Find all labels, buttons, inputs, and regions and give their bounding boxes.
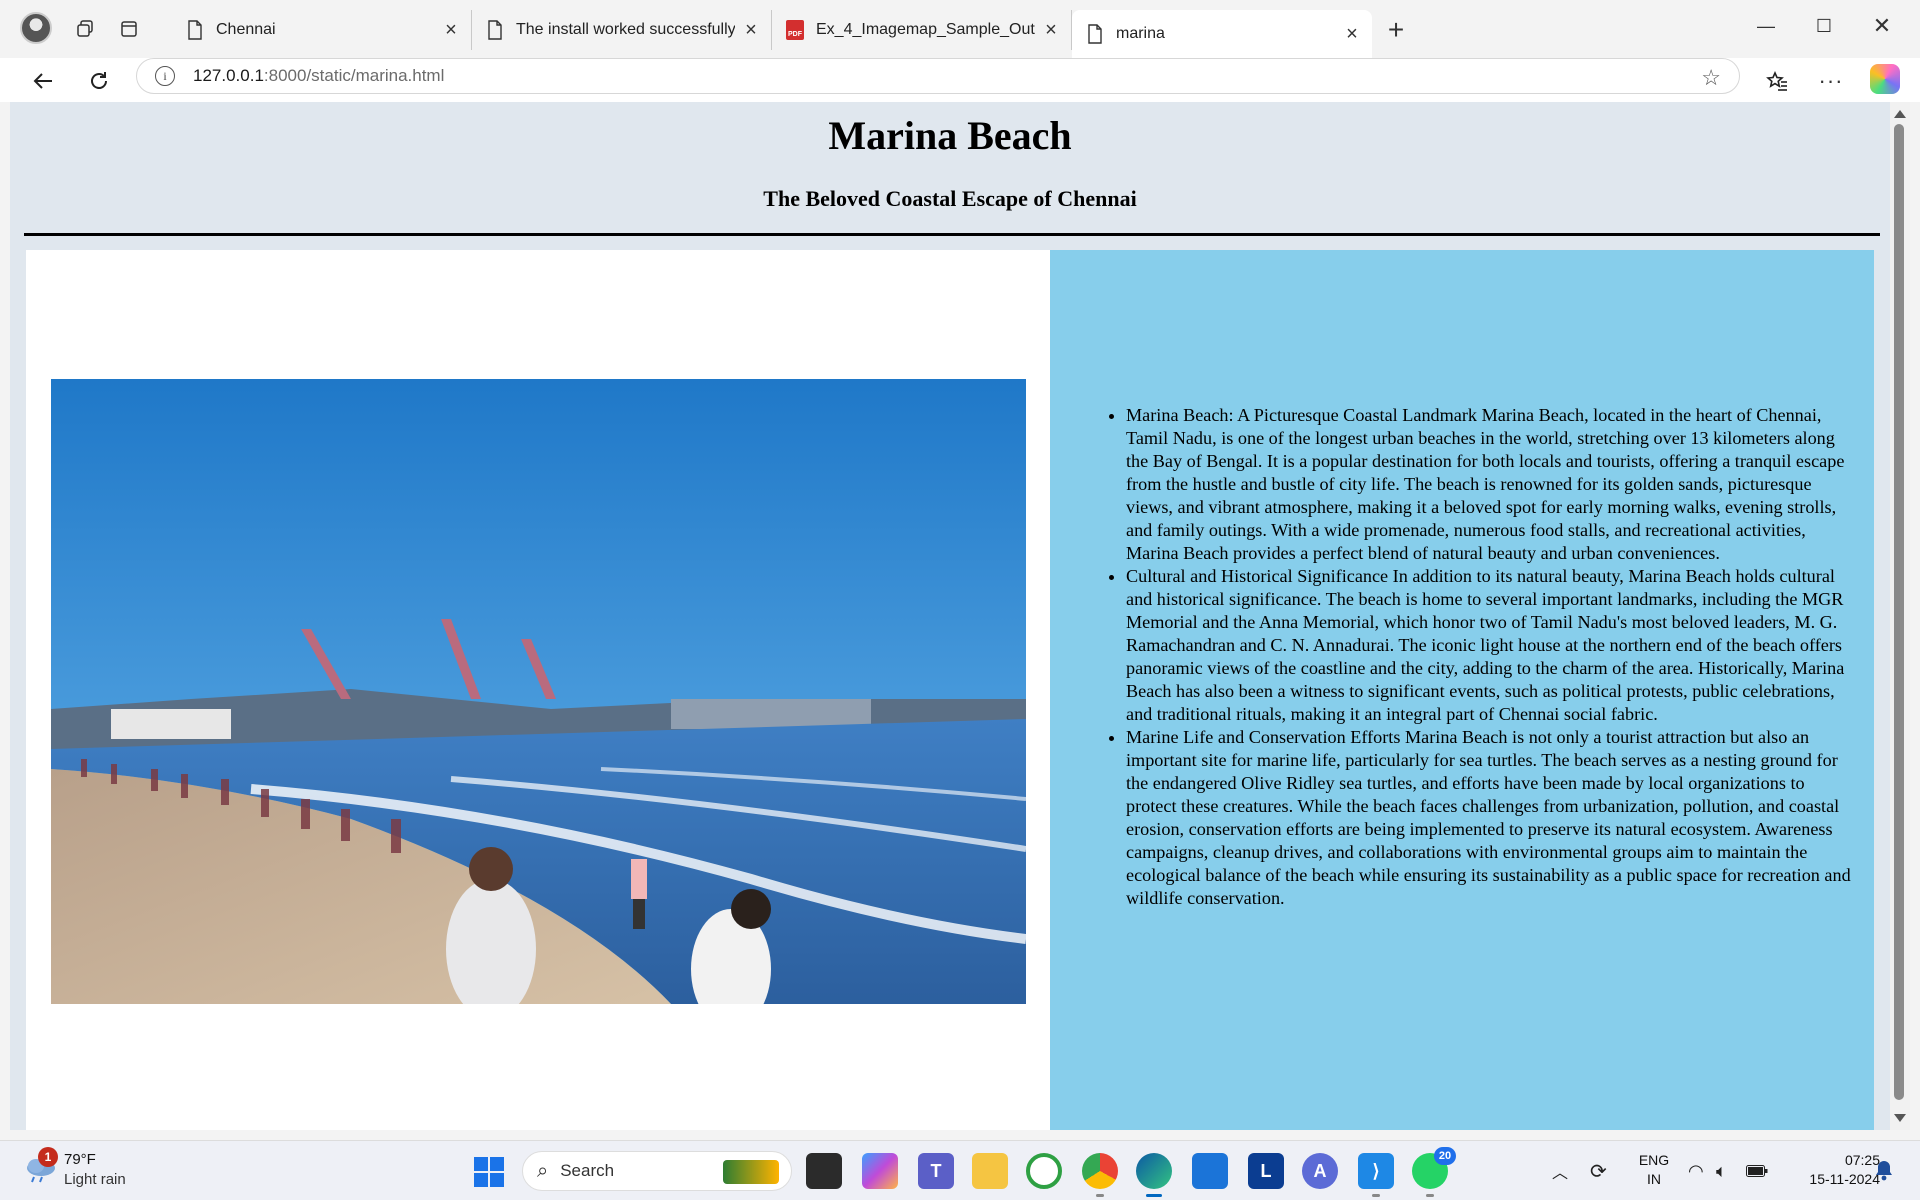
teams-icon[interactable]: T — [918, 1153, 954, 1189]
address-bar[interactable]: i 127.0.0.1:8000/static/marina.html ☆ — [136, 58, 1740, 94]
whatsapp-badge: 20 — [1434, 1147, 1456, 1165]
url-path: :8000/static/marina.html — [263, 66, 445, 85]
tab-imagemap-pdf[interactable]: PDF Ex_4_Imagemap_Sample_Output[ × — [772, 10, 1072, 50]
reload-icon[interactable] — [82, 64, 116, 98]
url-host: 127.0.0.1 — [193, 66, 264, 85]
list-item: Marina Beach: A Picturesque Coastal Land… — [1126, 404, 1858, 565]
facts-list: Marina Beach: A Picturesque Coastal Land… — [1098, 404, 1858, 910]
marina-beach-image — [51, 379, 1026, 1004]
scroll-down-arrow-icon[interactable] — [1894, 1114, 1906, 1122]
header-divider — [24, 233, 1880, 236]
taskbar: 1 79°F Light rain ⌕ Search T L A ⟩ 20 ︿ … — [0, 1140, 1920, 1200]
tab-chennai[interactable]: Chennai × — [172, 10, 472, 50]
language-code: ENG — [1638, 1152, 1670, 1168]
chevron-up-icon[interactable]: ︿ — [1552, 1141, 1568, 1200]
page-viewport: Marina Beach The Beloved Coastal Escape … — [10, 102, 1890, 1130]
pdf-icon: PDF — [786, 20, 804, 40]
close-icon[interactable]: × — [1342, 23, 1362, 45]
search-label: Search — [560, 1161, 615, 1180]
window-close-icon[interactable]: ✕ — [1862, 10, 1902, 42]
new-tab-plus-icon[interactable]: + — [1380, 14, 1412, 46]
more-menu-icon[interactable]: ··· — [1814, 64, 1848, 98]
search-icon: ⌕ — [537, 1159, 549, 1182]
clock-date: 15-11-2024 — [1809, 1171, 1880, 1187]
wifi-icon[interactable]: ◠ — [1688, 1141, 1704, 1200]
page-subtitle: The Beloved Coastal Escape of Chennai — [763, 186, 1137, 211]
tab-marina[interactable]: marina × — [1072, 10, 1372, 58]
close-icon[interactable]: × — [441, 19, 461, 41]
store-icon[interactable] — [1192, 1153, 1228, 1189]
page-icon — [188, 20, 202, 40]
edge-icon[interactable] — [1136, 1153, 1172, 1197]
search-highlight-icon — [723, 1160, 779, 1184]
scroll-up-arrow-icon[interactable] — [1894, 110, 1906, 118]
tab-title: Chennai — [216, 21, 276, 38]
browser-title-bar: Chennai × The install worked successfull… — [0, 0, 1920, 58]
favorite-star-icon[interactable]: ☆ — [1701, 65, 1721, 91]
url-text[interactable]: 127.0.0.1:8000/static/marina.html — [193, 66, 444, 86]
maximize-icon[interactable]: ☐ — [1804, 10, 1844, 42]
taskbar-search[interactable]: ⌕ Search — [522, 1151, 792, 1191]
site-info-icon[interactable]: i — [155, 66, 175, 86]
copilot-icon[interactable] — [862, 1153, 898, 1189]
page-icon — [1088, 24, 1102, 44]
windows-start-icon[interactable] — [474, 1157, 504, 1187]
volume-icon[interactable]: 🔈︎ — [1716, 1141, 1727, 1200]
list-item: Cultural and Historical Significance In … — [1126, 565, 1858, 726]
vertical-scrollbar[interactable] — [1890, 102, 1910, 1130]
notification-bell-icon[interactable] — [1874, 1159, 1894, 1181]
folder-icon[interactable] — [972, 1153, 1008, 1189]
page-title: Marina Beach — [828, 113, 1072, 158]
file-explorer-icon[interactable] — [806, 1153, 842, 1189]
region-code: IN — [1647, 1171, 1661, 1187]
workspaces-icon[interactable] — [70, 14, 100, 44]
vscode-icon[interactable]: ⟩ — [1358, 1153, 1394, 1197]
language-indicator[interactable]: ENG IN — [1634, 1151, 1674, 1189]
scroll-thumb[interactable] — [1894, 124, 1904, 1100]
copilot-icon[interactable] — [1870, 64, 1900, 94]
tab-title: The install worked successfully! Co — [516, 21, 735, 38]
arc-app-icon[interactable]: A — [1302, 1153, 1338, 1189]
sync-icon[interactable]: ⟳ — [1590, 1141, 1607, 1200]
close-icon[interactable]: × — [741, 19, 761, 41]
weather-description[interactable]: Light rain — [64, 1171, 126, 1188]
l-app-icon[interactable]: L — [1248, 1153, 1284, 1189]
tab-install-worked[interactable]: The install worked successfully! Co × — [472, 10, 772, 50]
tab-title: marina — [1116, 25, 1165, 42]
favorites-icon[interactable] — [1760, 64, 1794, 98]
whatsapp-icon[interactable]: 20 — [1412, 1147, 1456, 1197]
chrome-icon[interactable] — [1082, 1153, 1118, 1197]
browser-toolbar: i 127.0.0.1:8000/static/marina.html ☆ ··… — [0, 58, 1920, 102]
minimize-icon[interactable]: — — [1746, 10, 1786, 42]
list-item: Marine Life and Conservation Efforts Mar… — [1126, 726, 1858, 910]
clock-time: 07:25 — [1844, 1152, 1880, 1168]
system-clock[interactable]: 07:25 15-11-2024 — [1780, 1151, 1880, 1189]
weather-temperature[interactable]: 79°F — [64, 1151, 96, 1168]
tab-title: Ex_4_Imagemap_Sample_Output[ — [816, 21, 1035, 38]
green-app-icon[interactable] — [1026, 1153, 1062, 1189]
weather-notification-badge: 1 — [38, 1147, 58, 1167]
tab-actions-icon[interactable] — [114, 14, 144, 44]
back-arrow-icon[interactable] — [26, 64, 60, 98]
close-icon[interactable]: × — [1041, 19, 1061, 41]
page-icon — [488, 20, 502, 40]
info-panel: Marina Beach: A Picturesque Coastal Land… — [1050, 250, 1874, 1130]
profile-avatar-icon[interactable] — [20, 12, 52, 44]
image-panel — [26, 250, 1050, 1130]
battery-icon[interactable] — [1746, 1141, 1768, 1200]
